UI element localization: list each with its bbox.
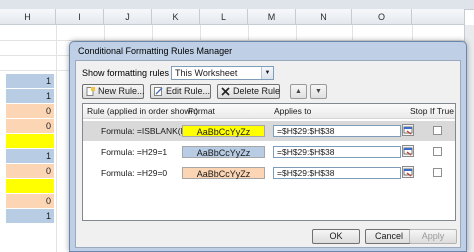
new-rule-button[interactable]: New Rule...: [82, 84, 145, 99]
stop-if-true-checkbox[interactable]: [433, 126, 442, 135]
rule-formula: Formula: =H29=0: [101, 168, 168, 178]
column-header-k[interactable]: K: [152, 9, 200, 25]
gridline: [56, 25, 57, 252]
edit-rule-button[interactable]: Edit Rule...: [150, 84, 211, 99]
cell-h30[interactable]: 1: [6, 89, 54, 103]
rule-row[interactable]: Formula: =ISBLANK(H29) AaBbCcYyZz =$H$29…: [83, 121, 455, 141]
show-rules-select[interactable]: This Worksheet ▼: [171, 66, 274, 80]
edit-rule-icon: [154, 87, 163, 96]
rule-row[interactable]: Formula: =H29=1 AaBbCcYyZz =$H$29:$H$38: [83, 142, 455, 162]
applies-to-value: =$H$29:$H$38: [277, 168, 335, 178]
down-arrow-icon: ▼: [315, 88, 322, 95]
applies-to-field[interactable]: =$H$29:$H$38: [273, 167, 401, 179]
edit-rule-label: Edit Rule...: [166, 86, 211, 96]
dialog-titlebar[interactable]: Conditional Formatting Rules Manager: [70, 42, 466, 60]
format-preview: AaBbCcYyZz: [182, 146, 265, 158]
cancel-button[interactable]: Cancel: [365, 229, 413, 244]
delete-x-icon: [221, 87, 230, 96]
format-preview: AaBbCcYyZz: [182, 167, 265, 179]
column-header-o[interactable]: O: [352, 9, 412, 25]
range-select-button[interactable]: [402, 166, 414, 178]
delete-rule-button[interactable]: Delete Rule: [217, 84, 280, 99]
show-rules-label: Show formatting rules for:: [82, 68, 185, 78]
column-header-m[interactable]: M: [248, 9, 296, 25]
cell-h38[interactable]: 1: [6, 209, 54, 223]
cell-h34[interactable]: 1: [6, 149, 54, 163]
column-header-i[interactable]: I: [56, 9, 104, 25]
format-preview: AaBbCcYyZz: [182, 125, 265, 137]
chevron-down-icon[interactable]: ▼: [261, 67, 273, 79]
new-rule-icon: [86, 87, 95, 96]
rules-list-header: Rule (applied in order shown) Format App…: [83, 104, 455, 119]
applies-to-value: =$H$29:$H$38: [277, 147, 335, 157]
header-rule: Rule (applied in order shown): [87, 106, 199, 116]
cell-h33[interactable]: [6, 134, 54, 148]
rules-list: Rule (applied in order shown) Format App…: [82, 103, 456, 221]
show-rules-value: This Worksheet: [175, 68, 238, 78]
delete-rule-label: Delete Rule: [233, 86, 281, 96]
cell-h35[interactable]: 0: [6, 164, 54, 178]
column-header-blank: [412, 9, 465, 25]
applies-to-field[interactable]: =$H$29:$H$38: [273, 146, 401, 158]
dialog-title: Conditional Formatting Rules Manager: [78, 46, 233, 56]
cell-h29[interactable]: 1: [6, 74, 54, 88]
range-select-icon: [403, 168, 413, 177]
conditional-formatting-dialog: Conditional Formatting Rules Manager Sho…: [69, 41, 467, 252]
move-down-button[interactable]: ▼: [310, 84, 327, 99]
range-select-button[interactable]: [402, 145, 414, 157]
column-header-h[interactable]: H: [0, 9, 56, 25]
rule-row[interactable]: Formula: =H29=0 AaBbCcYyZz =$H$29:$H$38: [83, 163, 455, 183]
ok-button[interactable]: OK: [312, 229, 360, 244]
stop-if-true-checkbox[interactable]: [433, 168, 442, 177]
range-select-button[interactable]: [402, 124, 414, 136]
move-up-button[interactable]: ▲: [290, 84, 307, 99]
dialog-body: Show formatting rules for: This Workshee…: [75, 60, 461, 248]
cell-h37[interactable]: 0: [6, 194, 54, 208]
apply-button[interactable]: Apply: [409, 229, 457, 244]
new-rule-label: New Rule...: [98, 86, 145, 96]
range-select-icon: [403, 147, 413, 156]
stop-if-true-checkbox[interactable]: [433, 147, 442, 156]
up-arrow-icon: ▲: [295, 88, 302, 95]
applies-to-value: =$H$29:$H$38: [277, 126, 335, 136]
range-select-icon: [403, 126, 413, 135]
rule-formula: Formula: =H29=1: [101, 147, 168, 157]
column-header-n[interactable]: N: [296, 9, 352, 25]
cell-h32[interactable]: 0: [6, 119, 54, 133]
cell-h36[interactable]: [6, 179, 54, 193]
header-applies-to: Applies to: [274, 106, 312, 116]
header-stop-if-true: Stop If True: [410, 106, 454, 116]
column-header-l[interactable]: L: [200, 9, 248, 25]
cell-h31[interactable]: 0: [6, 104, 54, 118]
column-header-j[interactable]: J: [104, 9, 152, 25]
header-format: Format: [188, 106, 215, 116]
applies-to-field[interactable]: =$H$29:$H$38: [273, 125, 401, 137]
